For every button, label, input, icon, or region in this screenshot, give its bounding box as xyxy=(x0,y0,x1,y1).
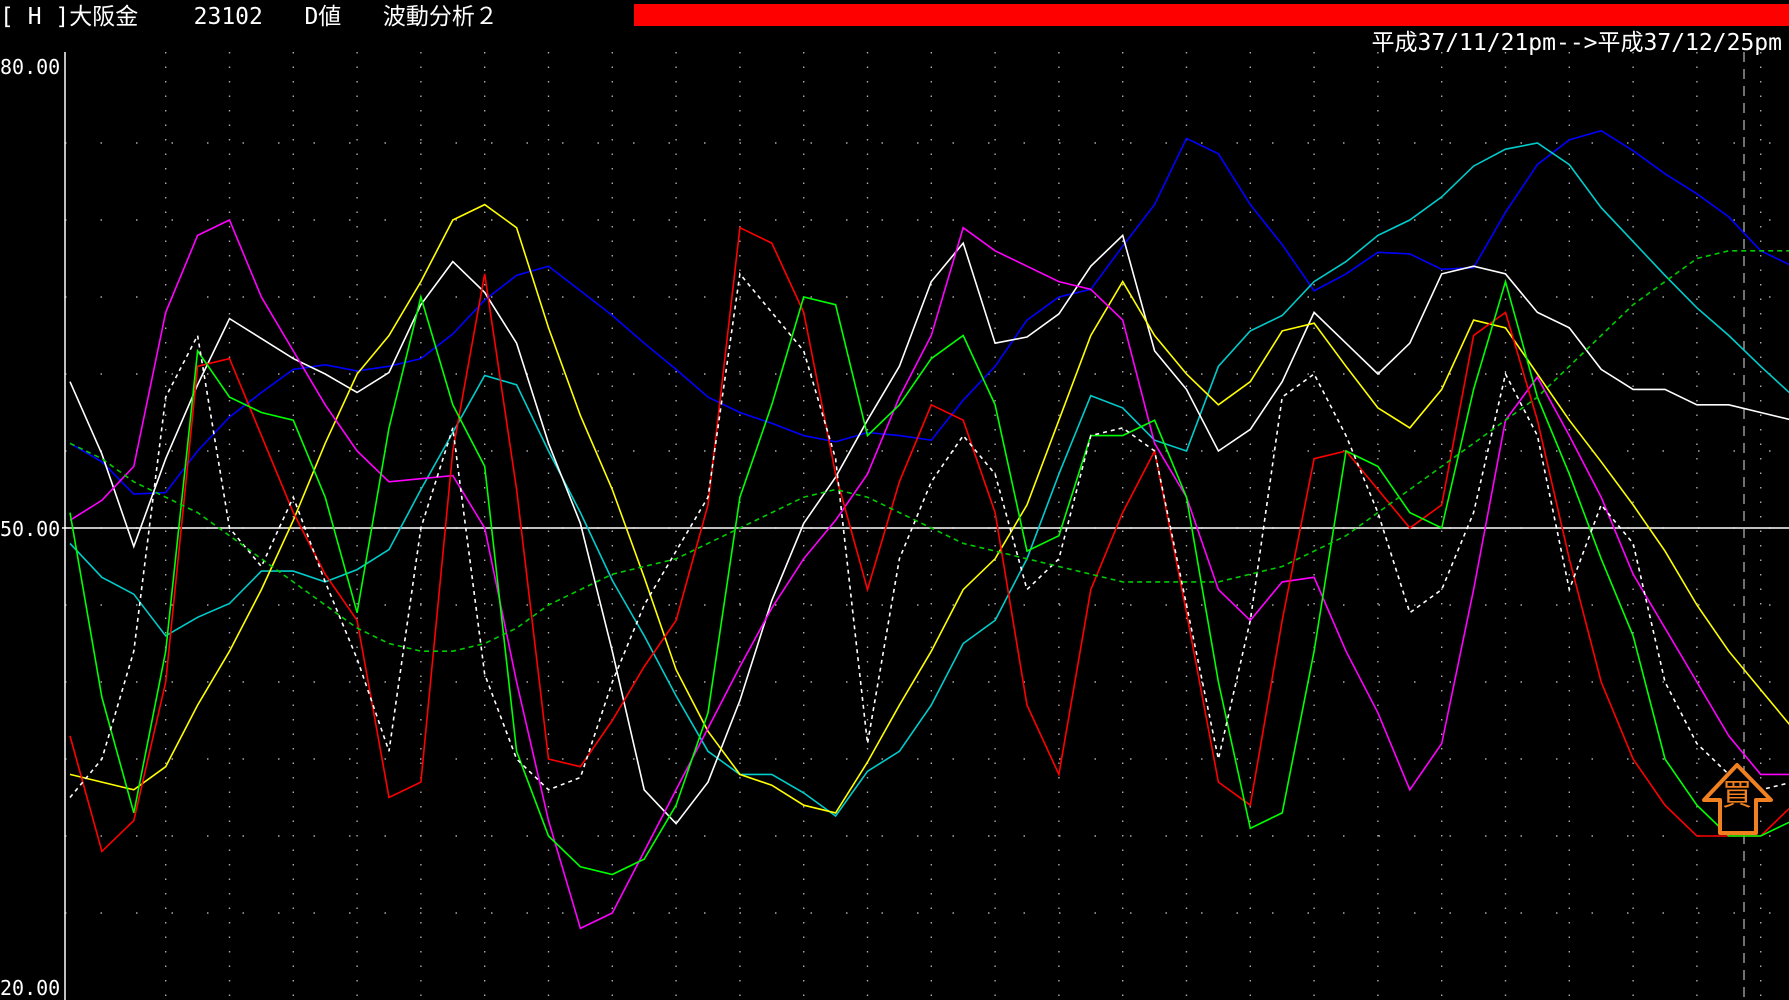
y-tick-80: 80.00 xyxy=(0,55,60,79)
analysis-name: 波動分析２ xyxy=(382,4,498,30)
instrument-code: 23102 xyxy=(193,4,263,30)
wave-analysis-chart: 80.00 50.00 20.00 買 xyxy=(0,52,1789,1000)
date-range: 平成37/11/21pm-->平成37/12/25pm xyxy=(1371,30,1783,56)
bracket-label: [ H ] xyxy=(0,4,70,30)
series-line-8 xyxy=(69,250,1789,653)
value-mode: D値 xyxy=(304,4,342,30)
series-line-5 xyxy=(69,226,1789,853)
series-line-4 xyxy=(69,218,1789,930)
series-layer xyxy=(69,129,1789,930)
series-line-2 xyxy=(69,233,1789,825)
instrument-name: 大阪金 xyxy=(69,4,139,30)
buy-label: 買 xyxy=(1722,778,1752,813)
y-tick-20: 20.00 xyxy=(0,976,60,1000)
title-bar: [ H ]大阪金 23102 D値 波動分析２ xyxy=(0,0,630,34)
y-tick-50: 50.00 xyxy=(0,517,60,541)
progress-bar xyxy=(634,4,1789,26)
series-line-7 xyxy=(69,271,1789,799)
series-line-0 xyxy=(69,129,1789,495)
chart-grid xyxy=(65,52,1789,1000)
series-line-1 xyxy=(69,142,1789,818)
